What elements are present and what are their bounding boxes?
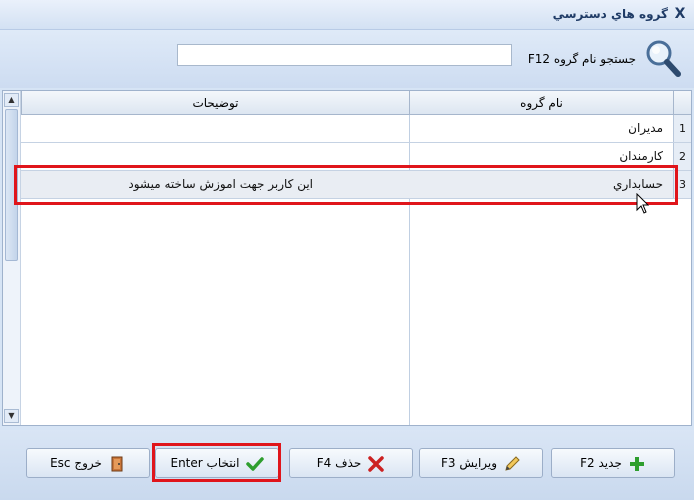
door-icon — [111, 456, 123, 471]
vertical-scrollbar[interactable]: ▲ ▼ — [3, 91, 21, 425]
row-description — [21, 115, 409, 142]
column-header-number — [673, 91, 691, 115]
delete-button[interactable]: حذف F4 — [289, 448, 413, 478]
select-button-highlight — [152, 443, 281, 482]
mouse-pointer-icon — [636, 193, 650, 214]
exit-button-label: خروج Esc — [50, 456, 102, 470]
new-button[interactable]: جديد F2 — [551, 448, 675, 478]
scroll-up-button[interactable]: ▲ — [4, 93, 19, 107]
search-label: جستجو نام گروه F12 — [527, 52, 636, 66]
delete-button-label: حذف F4 — [316, 456, 362, 470]
exit-button[interactable]: خروج Esc — [26, 448, 150, 478]
row-name: مديران — [628, 121, 663, 135]
window-title: گروه هاي دسترسي — [552, 7, 668, 21]
search-bar: جستجو نام گروه F12 — [0, 30, 694, 88]
column-header-description[interactable]: توضيحات — [21, 91, 409, 115]
edit-button[interactable]: ويرايش F3 — [419, 448, 543, 478]
row-number: 1 — [673, 115, 691, 142]
close-icon[interactable]: X — [672, 6, 688, 22]
plus-icon — [629, 456, 644, 471]
table-row[interactable]: مديران 1 — [21, 115, 691, 143]
new-button-label: جديد F2 — [580, 456, 622, 470]
pencil-icon — [505, 455, 520, 471]
selected-row-highlight — [14, 165, 678, 205]
title-bar: X گروه هاي دسترسي — [0, 0, 694, 30]
magnifier-icon[interactable] — [644, 38, 682, 78]
edit-button-label: ويرايش F3 — [440, 456, 498, 470]
action-bar: جديد F2 ويرايش F3 حذف F4 انتخاب Enter خر… — [0, 430, 694, 500]
search-input[interactable] — [177, 44, 512, 66]
column-header-name[interactable]: نام گروه — [409, 91, 673, 115]
groups-table: ▲ ▼ توضيحات نام گروه مديران 1 کارمندان 2… — [2, 90, 692, 426]
x-icon — [368, 455, 385, 472]
scroll-down-button[interactable]: ▼ — [4, 409, 19, 423]
